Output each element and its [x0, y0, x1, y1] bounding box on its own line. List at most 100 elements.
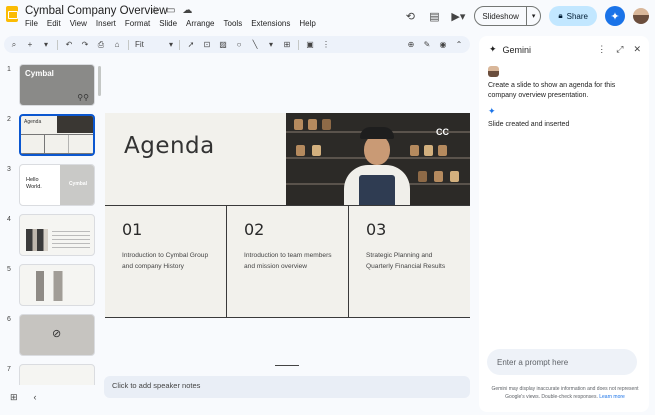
- jar: [434, 171, 443, 182]
- person-apron: [359, 175, 395, 205]
- new-slide-layout-icon[interactable]: ▾: [41, 40, 51, 49]
- text-box-icon[interactable]: ⊡: [202, 40, 212, 49]
- thumbnail-row[interactable]: 1 Cymbal ⚲⚲: [0, 60, 100, 106]
- learn-more-link[interactable]: Learn more: [599, 394, 625, 400]
- comments-icon[interactable]: ▤: [426, 8, 442, 24]
- agenda-number: 02: [244, 220, 265, 239]
- shape-icon[interactable]: ○: [234, 40, 244, 49]
- menu-help[interactable]: Help: [299, 19, 315, 28]
- redo-icon[interactable]: ↷: [80, 40, 90, 49]
- user-avatar: [488, 66, 499, 77]
- insert-image-icon[interactable]: ⊕: [406, 40, 416, 49]
- gemini-prompt-box[interactable]: [487, 349, 637, 375]
- paint-format-icon[interactable]: ⌂: [112, 40, 122, 49]
- more-options-icon[interactable]: ⋮: [597, 44, 606, 55]
- slide-agenda[interactable]: Agenda CC 01 Introduction to Cymbal Grou…: [105, 113, 470, 318]
- add-comment-icon[interactable]: ▣: [305, 40, 315, 49]
- jar: [322, 119, 331, 130]
- grid-view-icon[interactable]: ⊞: [10, 392, 18, 403]
- slideshow-dropdown-icon[interactable]: ▾: [527, 12, 541, 20]
- gemini-sparkle-icon[interactable]: ✦: [605, 6, 625, 26]
- thumbnail-row[interactable]: 2 Agenda: [0, 110, 100, 156]
- slideshow-button[interactable]: Slideshow: [475, 7, 527, 25]
- menu-tools[interactable]: Tools: [224, 19, 243, 28]
- record-icon[interactable]: ◉: [438, 40, 448, 49]
- thumbnail-slide-5[interactable]: [19, 264, 95, 306]
- image-icon[interactable]: ▨: [218, 40, 228, 49]
- menu-insert[interactable]: Insert: [96, 19, 116, 28]
- undo-icon[interactable]: ↶: [64, 40, 74, 49]
- line-dropdown-icon[interactable]: ▾: [266, 40, 276, 49]
- print-icon[interactable]: ⎙: [96, 40, 106, 50]
- agenda-item[interactable]: 02 Introduction to team members and miss…: [226, 205, 348, 318]
- thumbnail-number: 1: [7, 66, 11, 73]
- menu-edit[interactable]: Edit: [47, 19, 61, 28]
- agenda-number: 03: [366, 220, 387, 239]
- thumbnail-row[interactable]: 6 ⊘: [0, 310, 100, 356]
- agenda-item[interactable]: 03 Strategic Planning and Quarterly Fina…: [348, 205, 470, 318]
- gemini-prompt-input[interactable]: [487, 349, 637, 375]
- agenda-text: Strategic Planning and Quarterly Financi…: [366, 252, 446, 270]
- menu-extensions[interactable]: Extensions: [251, 19, 290, 28]
- gemini-panel-title: Gemini: [502, 44, 532, 55]
- notes-resize-handle[interactable]: [275, 365, 299, 366]
- lock-icon: 🔒︎: [558, 11, 563, 20]
- zoom-select[interactable]: Fit ▾: [135, 40, 173, 49]
- jar: [410, 145, 419, 156]
- agenda-item[interactable]: 01 Introduction to Cymbal Group and comp…: [105, 205, 226, 318]
- thumbnail-slide-3[interactable]: Hello World. Cymbal: [19, 164, 95, 206]
- document-title[interactable]: Cymbal Company Overview: [25, 5, 168, 17]
- speaker-notes[interactable]: Click to add speaker notes: [104, 376, 470, 398]
- expand-icon[interactable]: ⤢: [616, 44, 623, 55]
- thumbnail-number: 3: [7, 166, 11, 173]
- cloud-saved-icon[interactable]: ☁: [182, 5, 192, 16]
- thumbnail-number: 5: [7, 266, 11, 273]
- close-icon[interactable]: ✕: [633, 44, 641, 55]
- collapse-panel-icon[interactable]: ‹: [34, 392, 37, 403]
- agenda-number: 01: [122, 220, 143, 239]
- account-avatar[interactable]: [633, 8, 649, 24]
- new-slide-icon[interactable]: +: [25, 40, 35, 49]
- slide-thumbnail-rail[interactable]: 1 Cymbal ⚲⚲ 2 Agenda 3 Hello World. Cymb…: [0, 60, 102, 385]
- thumbnail-slide-7[interactable]: [19, 364, 95, 385]
- menu-arrange[interactable]: Arrange: [186, 19, 214, 28]
- chevron-down-icon: ▾: [168, 40, 173, 49]
- hidden-slide-icon: ⊘: [52, 328, 62, 340]
- jar: [312, 145, 321, 156]
- menu-file[interactable]: File: [25, 19, 38, 28]
- collapse-toolbar-icon[interactable]: ⌃: [454, 40, 464, 49]
- thumbnail-slide-1[interactable]: Cymbal ⚲⚲: [19, 64, 95, 106]
- thumbnail-photo: [57, 116, 93, 133]
- slide-canvas[interactable]: Agenda CC 01 Introduction to Cymbal Grou…: [104, 60, 470, 366]
- thumbnail-slide-4[interactable]: [19, 214, 95, 256]
- pen-icon[interactable]: ✎: [422, 40, 432, 49]
- thumbnail-slide-2[interactable]: Agenda: [19, 114, 95, 156]
- thumbnail-number: 4: [7, 216, 11, 223]
- thumbnail-slide-6[interactable]: ⊘: [19, 314, 95, 356]
- folder-icon[interactable]: ▭: [166, 5, 175, 16]
- thumbnail-row[interactable]: 7: [0, 360, 100, 385]
- search-menus-icon[interactable]: ⌕: [9, 40, 19, 50]
- line-icon[interactable]: ╲: [250, 40, 260, 49]
- slides-logo-icon[interactable]: [6, 6, 18, 22]
- version-history-icon[interactable]: ⟲: [402, 8, 418, 24]
- share-button[interactable]: 🔒︎ Share: [549, 6, 597, 26]
- jar: [308, 119, 317, 130]
- thumbnail-row[interactable]: 3 Hello World. Cymbal: [0, 160, 100, 206]
- thumbnail-caption: Agenda: [24, 119, 42, 125]
- meet-icon[interactable]: ▶▾: [450, 8, 466, 24]
- star-icon[interactable]: ☆: [150, 5, 159, 16]
- bicycle-icon: ⚲⚲: [77, 93, 89, 102]
- comment-add-icon[interactable]: ⊞: [282, 40, 292, 49]
- menu-view[interactable]: View: [70, 19, 87, 28]
- barista-photo[interactable]: CC: [286, 113, 470, 205]
- agenda-text: Introduction to Cymbal Group and company…: [122, 252, 209, 270]
- more-options-icon[interactable]: ⋮: [321, 40, 331, 49]
- thumbnail-row[interactable]: 4: [0, 210, 100, 256]
- select-cursor-icon[interactable]: ➚: [186, 40, 196, 49]
- slide-title[interactable]: Agenda: [124, 133, 215, 159]
- thumbnail-row[interactable]: 5: [0, 260, 100, 306]
- thumbnail-columns: [24, 271, 90, 301]
- menu-format[interactable]: Format: [125, 19, 150, 28]
- menu-slide[interactable]: Slide: [159, 19, 177, 28]
